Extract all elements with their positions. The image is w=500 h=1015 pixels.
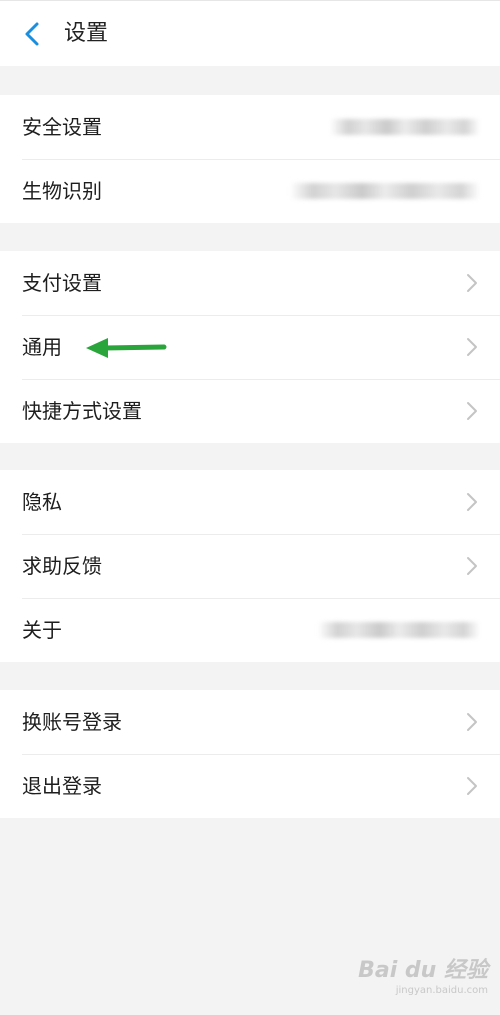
settings-item-biometrics[interactable]: 生物识别	[0, 159, 500, 223]
settings-item-label: 支付设置	[22, 271, 102, 295]
settings-item-label: 隐私	[22, 490, 62, 514]
blurred-value	[330, 119, 480, 135]
chevron-right-icon	[467, 338, 477, 356]
chevron-right-icon	[467, 713, 477, 731]
settings-group-security: 安全设置 生物识别	[0, 95, 500, 223]
chevron-right-icon	[467, 777, 477, 795]
blurred-value	[290, 183, 480, 199]
top-bar: 设置	[0, 0, 500, 66]
settings-item-security[interactable]: 安全设置	[0, 95, 500, 159]
settings-group-privacy: 隐私 求助反馈 关于	[0, 470, 500, 662]
settings-group-general: 支付设置 通用 快捷方式设置	[0, 251, 500, 443]
settings-item-privacy[interactable]: 隐私	[0, 470, 500, 534]
settings-item-label: 生物识别	[22, 179, 102, 203]
settings-group-account: 换账号登录 退出登录	[0, 690, 500, 818]
back-button[interactable]	[18, 18, 48, 50]
settings-item-label: 快捷方式设置	[22, 399, 142, 423]
settings-item-label: 通用	[22, 335, 62, 359]
green-arrow-annotation	[86, 338, 167, 358]
page-title: 设置	[64, 21, 109, 46]
settings-item-label: 求助反馈	[22, 554, 102, 578]
watermark-logo-text: Bai du 经验	[358, 958, 488, 983]
baidu-jingyan-watermark: Bai du 经验 jingyan.baidu.com	[358, 958, 488, 998]
settings-item-general[interactable]: 通用	[0, 315, 500, 379]
settings-item-switch-account[interactable]: 换账号登录	[0, 690, 500, 754]
settings-item-logout[interactable]: 退出登录	[0, 754, 500, 818]
chevron-right-icon	[467, 402, 477, 420]
settings-item-label: 关于	[22, 618, 62, 642]
chevron-right-icon	[467, 274, 477, 292]
watermark-url: jingyan.baidu.com	[395, 985, 488, 996]
blurred-value	[318, 622, 480, 638]
chevron-left-icon	[25, 22, 39, 46]
settings-item-label: 退出登录	[22, 774, 102, 798]
settings-item-label: 换账号登录	[22, 710, 122, 734]
settings-item-shortcuts[interactable]: 快捷方式设置	[0, 379, 500, 443]
settings-item-about[interactable]: 关于	[0, 598, 500, 662]
settings-item-label: 安全设置	[22, 115, 102, 139]
settings-item-payment[interactable]: 支付设置	[0, 251, 500, 315]
settings-item-help-feedback[interactable]: 求助反馈	[0, 534, 500, 598]
chevron-right-icon	[467, 557, 477, 575]
chevron-right-icon	[467, 493, 477, 511]
